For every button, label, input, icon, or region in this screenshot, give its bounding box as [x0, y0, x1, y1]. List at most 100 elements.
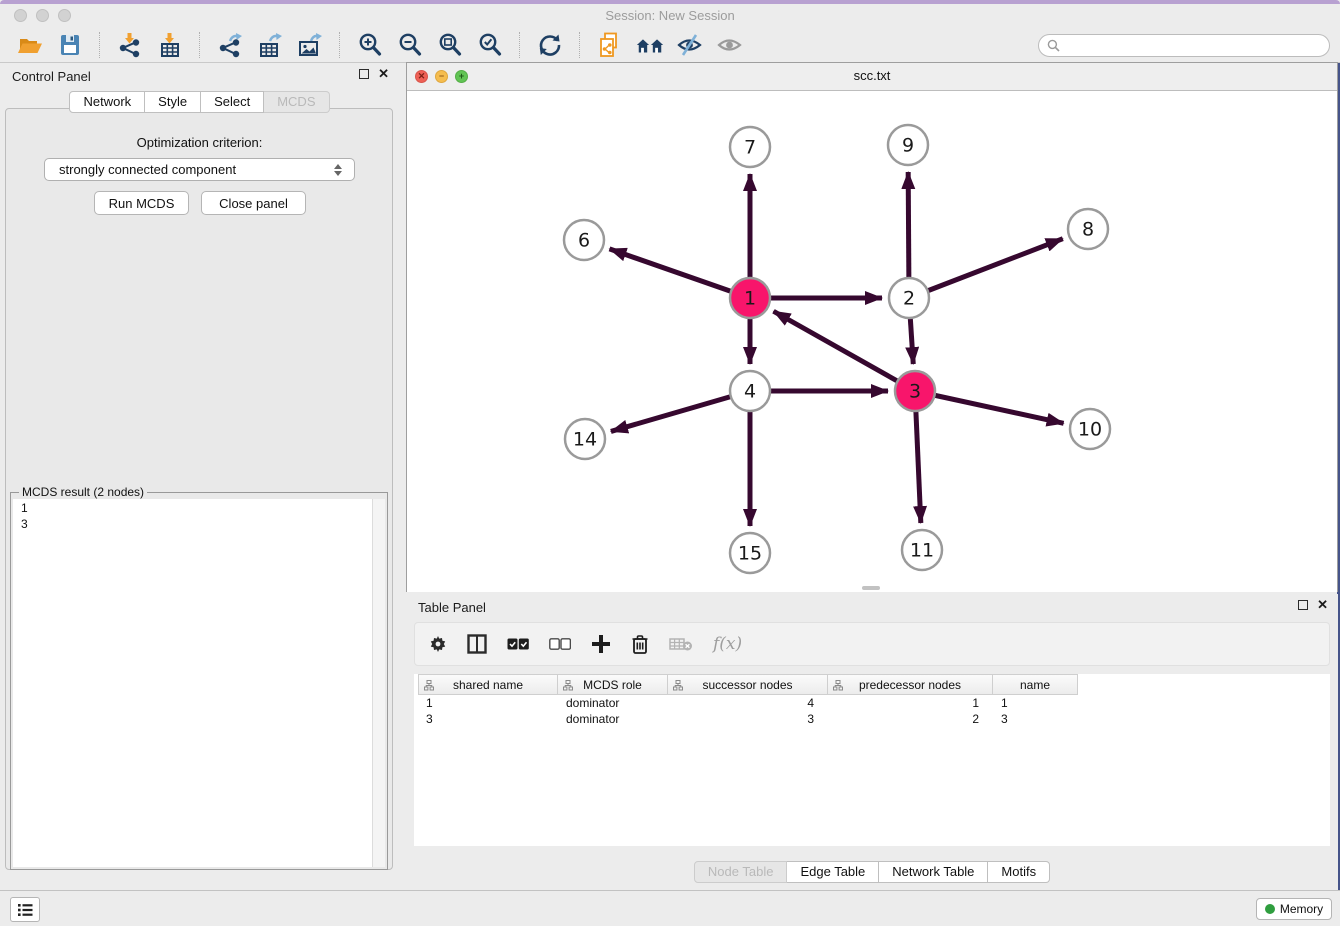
float-table-panel-icon[interactable] — [1298, 600, 1308, 610]
column-header-successor-nodes[interactable]: successor nodes — [668, 674, 828, 695]
show-all-icon[interactable] — [715, 31, 745, 59]
memory-button[interactable]: Memory — [1256, 898, 1332, 920]
float-panel-icon[interactable] — [359, 69, 369, 79]
close-panel-button[interactable]: Close panel — [201, 191, 306, 215]
search-input[interactable] — [1066, 37, 1321, 54]
cell-shared-name: 1 — [418, 696, 558, 710]
mcds-result-list: 13 — [13, 499, 385, 867]
node-table: shared name MCDS role successor nodesprede… — [414, 674, 1330, 846]
cell-predecessor-nodes: 2 — [828, 712, 993, 726]
control-panel-title: Control Panel — [12, 69, 91, 84]
graph-edge-2-8[interactable] — [909, 239, 1063, 298]
task-history-button[interactable] — [10, 897, 40, 922]
delete-row-icon[interactable] — [631, 634, 649, 654]
tab-node-table[interactable]: Node Table — [694, 861, 788, 883]
zoom-in-icon[interactable] — [355, 31, 385, 59]
first-neighbors-icon[interactable] — [635, 31, 665, 59]
hide-selected-icon[interactable] — [675, 31, 705, 59]
dropdown-stepper-icon — [334, 164, 342, 176]
tab-motifs[interactable]: Motifs — [988, 861, 1050, 883]
network-window: ✕ − + scc.txt 7968124314101511 — [406, 62, 1338, 592]
zoom-out-icon[interactable] — [395, 31, 425, 59]
export-image-icon[interactable] — [295, 31, 325, 59]
tab-edge-table[interactable]: Edge Table — [787, 861, 879, 883]
network-canvas[interactable]: 7968124314101511 — [407, 91, 1337, 592]
application-window: Session: New Session — [0, 0, 1340, 926]
run-mcds-button[interactable]: Run MCDS — [94, 191, 189, 215]
graph-edge-3-10[interactable] — [915, 391, 1064, 423]
graph-edge-1-6[interactable] — [609, 249, 750, 298]
result-node: 1 — [21, 501, 385, 515]
network-window-titlebar[interactable]: ✕ − + scc.txt — [407, 63, 1337, 91]
mcds-result-legend: MCDS result (2 nodes) — [19, 485, 147, 499]
graph-edge-3-1[interactable] — [774, 311, 915, 391]
deselect-all-icon[interactable] — [549, 638, 571, 650]
graph-node-label-2: 2 — [903, 288, 915, 310]
tab-select[interactable]: Select — [201, 91, 264, 113]
export-table-icon[interactable] — [255, 31, 285, 59]
toggle-columns-icon[interactable] — [467, 634, 487, 654]
table-body: 1dominator4113dominator323 — [418, 695, 1078, 727]
control-panel: Control Panel ✕ NetworkStyleSelectMCDS O… — [0, 63, 399, 882]
graph-edge-4-14[interactable] — [611, 391, 750, 431]
column-header-mcds-role[interactable]: MCDS role — [558, 674, 668, 695]
graph-node-label-15: 15 — [738, 543, 762, 565]
save-session-icon[interactable] — [55, 31, 85, 59]
list-icon — [17, 903, 33, 917]
memory-status-icon — [1265, 904, 1275, 914]
column-label: shared name — [453, 678, 523, 692]
tab-network-table[interactable]: Network Table — [879, 861, 988, 883]
control-panel-tabs: NetworkStyleSelectMCDS — [0, 91, 399, 113]
tab-mcds[interactable]: MCDS — [264, 91, 329, 113]
function-builder-icon: f(x) — [713, 634, 742, 654]
search-field — [1038, 34, 1330, 57]
column-header-name[interactable]: name — [993, 674, 1078, 695]
result-node: 3 — [21, 517, 385, 531]
table-row[interactable]: 3dominator323 — [418, 711, 1078, 727]
tab-network[interactable]: Network — [69, 91, 145, 113]
table-row[interactable]: 1dominator411 — [418, 695, 1078, 711]
graph-node-label-4: 4 — [744, 381, 756, 403]
select-all-icon[interactable] — [507, 638, 529, 650]
close-panel-icon[interactable]: ✕ — [378, 69, 389, 79]
graph-node-label-8: 8 — [1082, 219, 1094, 241]
cell-successor-nodes: 4 — [668, 696, 828, 710]
zoom-fit-icon[interactable] — [435, 31, 465, 59]
cell-name: 3 — [993, 712, 1078, 726]
close-table-panel-icon[interactable]: ✕ — [1317, 600, 1328, 610]
result-scrollbar[interactable] — [372, 499, 385, 867]
status-bar: Memory — [0, 890, 1340, 926]
graph-node-label-11: 11 — [910, 540, 934, 562]
toolbar-separator — [339, 32, 341, 58]
session-title: Session: New Session — [0, 8, 1340, 23]
zoom-selected-icon[interactable] — [475, 31, 505, 59]
new-network-from-selection-icon[interactable] — [595, 31, 625, 59]
criterion-dropdown[interactable]: strongly connected component — [44, 158, 355, 181]
table-panel-title: Table Panel — [418, 600, 486, 615]
tab-style[interactable]: Style — [145, 91, 201, 113]
table-panel-tabs: Node TableEdge TableNetwork TableMotifs — [406, 861, 1338, 883]
toolbar-separator — [99, 32, 101, 58]
export-network-icon[interactable] — [215, 31, 245, 59]
column-label: MCDS role — [583, 678, 642, 692]
column-header-shared-name[interactable]: shared name — [418, 674, 558, 695]
table-header-row: shared name MCDS role successor nodesprede… — [418, 674, 1078, 695]
import-table-icon[interactable] — [155, 31, 185, 59]
open-session-icon[interactable] — [15, 31, 45, 59]
toolbar-separator — [579, 32, 581, 58]
graph-node-label-9: 9 — [902, 135, 914, 157]
delete-table-icon — [669, 636, 693, 652]
graph-node-label-6: 6 — [578, 230, 590, 252]
hierarchy-icon — [833, 680, 843, 691]
column-settings-icon[interactable] — [429, 635, 447, 653]
hierarchy-icon — [563, 680, 573, 691]
graph-node-label-10: 10 — [1078, 419, 1102, 441]
apply-layout-icon[interactable] — [535, 31, 565, 59]
toolbar-separator — [519, 32, 521, 58]
optimization-criterion-label: Optimization criterion: — [0, 135, 399, 150]
add-row-icon[interactable] — [591, 634, 611, 654]
graph-node-label-3: 3 — [909, 381, 921, 403]
import-network-icon[interactable] — [115, 31, 145, 59]
column-header-predecessor-nodes[interactable]: predecessor nodes — [828, 674, 993, 695]
column-label: name — [1020, 678, 1050, 692]
